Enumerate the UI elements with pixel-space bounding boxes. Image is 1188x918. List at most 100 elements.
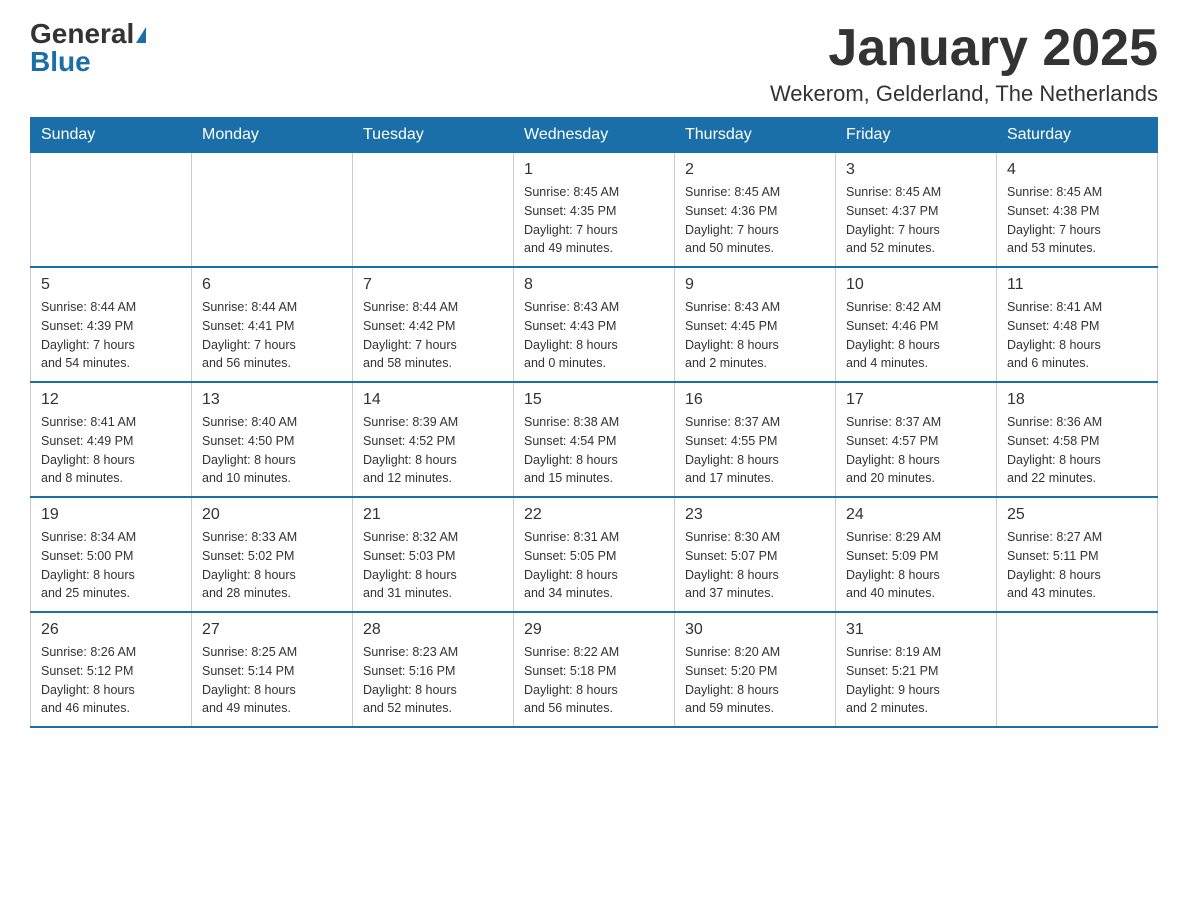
day-info: Sunrise: 8:44 AMSunset: 4:41 PMDaylight:…	[202, 298, 342, 373]
month-title: January 2025	[770, 20, 1158, 77]
day-number: 20	[202, 506, 342, 524]
day-info: Sunrise: 8:23 AMSunset: 5:16 PMDaylight:…	[363, 643, 503, 718]
calendar-cell: 24 Sunrise: 8:29 AMSunset: 5:09 PMDayligh…	[836, 497, 997, 612]
calendar-cell: 31 Sunrise: 8:19 AMSunset: 5:21 PMDayligh…	[836, 612, 997, 727]
day-info: Sunrise: 8:39 AMSunset: 4:52 PMDaylight:…	[363, 413, 503, 488]
day-number: 31	[846, 621, 986, 639]
calendar-cell: 4Sunrise: 8:45 AMSunset: 4:38 PMDaylight…	[997, 153, 1158, 268]
day-info: Sunrise: 8:22 AMSunset: 5:18 PMDaylight:…	[524, 643, 664, 718]
day-number: 30	[685, 621, 825, 639]
week-row-0: 1 Sunrise: 8:45 AMSunset: 4:35 PMDaylight…	[31, 153, 1158, 268]
calendar-cell: 23 Sunrise: 8:30 AMSunset: 5:07 PMDayligh…	[675, 497, 836, 612]
day-info: Sunrise: 8:45 AMSunset: 4:37 PMDaylight:…	[846, 183, 986, 258]
calendar-cell: 16 Sunrise: 8:37 AMSunset: 4:55 PMDayligh…	[675, 382, 836, 497]
week-row-1: 5Sunrise: 8:44 AMSunset: 4:39 PMDaylight…	[31, 267, 1158, 382]
day-info: Sunrise: 8:37 AMSunset: 4:55 PMDaylight:…	[685, 413, 825, 488]
calendar-cell: 2Sunrise: 8:45 AMSunset: 4:36 PMDaylight…	[675, 153, 836, 268]
header-tuesday: Tuesday	[353, 118, 514, 153]
calendar-cell: 15Sunrise: 8:38 AMSunset: 4:54 PMDayligh…	[514, 382, 675, 497]
logo: General Blue	[30, 20, 148, 76]
day-number: 11	[1007, 276, 1147, 294]
day-info: Sunrise: 8:27 AMSunset: 5:11 PMDaylight:…	[1007, 528, 1147, 603]
day-number: 3	[846, 161, 986, 179]
day-number: 10	[846, 276, 986, 294]
day-info: Sunrise: 8:25 AMSunset: 5:14 PMDaylight:…	[202, 643, 342, 718]
day-info: Sunrise: 8:33 AMSunset: 5:02 PMDaylight:…	[202, 528, 342, 603]
calendar-cell: 13 Sunrise: 8:40 AMSunset: 4:50 PMDayligh…	[192, 382, 353, 497]
day-info: Sunrise: 8:26 AMSunset: 5:12 PMDaylight:…	[41, 643, 181, 718]
day-number: 25	[1007, 506, 1147, 524]
header-saturday: Saturday	[997, 118, 1158, 153]
day-info: Sunrise: 8:29 AMSunset: 5:09 PMDaylight:…	[846, 528, 986, 603]
day-number: 22	[524, 506, 664, 524]
page-header: General Blue January 2025 Wekerom, Gelde…	[30, 20, 1158, 107]
week-row-3: 19Sunrise: 8:34 AMSunset: 5:00 PMDayligh…	[31, 497, 1158, 612]
day-info: Sunrise: 8:44 AMSunset: 4:42 PMDaylight:…	[363, 298, 503, 373]
calendar-cell: 19Sunrise: 8:34 AMSunset: 5:00 PMDayligh…	[31, 497, 192, 612]
calendar-cell: 5Sunrise: 8:44 AMSunset: 4:39 PMDaylight…	[31, 267, 192, 382]
calendar-cell: 1 Sunrise: 8:45 AMSunset: 4:35 PMDaylight…	[514, 153, 675, 268]
calendar-cell: 14 Sunrise: 8:39 AMSunset: 4:52 PMDayligh…	[353, 382, 514, 497]
calendar-cell: 22 Sunrise: 8:31 AMSunset: 5:05 PMDayligh…	[514, 497, 675, 612]
location: Wekerom, Gelderland, The Netherlands	[770, 81, 1158, 107]
day-info: Sunrise: 8:40 AMSunset: 4:50 PMDaylight:…	[202, 413, 342, 488]
day-info: Sunrise: 8:19 AMSunset: 5:21 PMDaylight:…	[846, 643, 986, 718]
header-sunday: Sunday	[31, 118, 192, 153]
day-number: 9	[685, 276, 825, 294]
calendar-cell: 27Sunrise: 8:25 AMSunset: 5:14 PMDayligh…	[192, 612, 353, 727]
day-number: 24	[846, 506, 986, 524]
logo-general-text: General	[30, 18, 134, 49]
calendar-cell: 6Sunrise: 8:44 AMSunset: 4:41 PMDaylight…	[192, 267, 353, 382]
calendar-cell: 3 Sunrise: 8:45 AMSunset: 4:37 PMDaylight…	[836, 153, 997, 268]
logo-blue-text: Blue	[30, 46, 91, 77]
calendar-cell: 11 Sunrise: 8:41 AMSunset: 4:48 PMDayligh…	[997, 267, 1158, 382]
header-monday: Monday	[192, 118, 353, 153]
calendar-table: Sunday Monday Tuesday Wednesday Thursday…	[30, 117, 1158, 728]
day-number: 1	[524, 161, 664, 179]
calendar-cell	[997, 612, 1158, 727]
calendar-cell	[353, 153, 514, 268]
day-number: 29	[524, 621, 664, 639]
calendar-cell: 26 Sunrise: 8:26 AMSunset: 5:12 PMDayligh…	[31, 612, 192, 727]
day-number: 15	[524, 391, 664, 409]
day-info: Sunrise: 8:43 AMSunset: 4:43 PMDaylight:…	[524, 298, 664, 373]
calendar-cell: 21Sunrise: 8:32 AMSunset: 5:03 PMDayligh…	[353, 497, 514, 612]
week-row-4: 26 Sunrise: 8:26 AMSunset: 5:12 PMDayligh…	[31, 612, 1158, 727]
day-info: Sunrise: 8:41 AMSunset: 4:49 PMDaylight:…	[41, 413, 181, 488]
day-number: 2	[685, 161, 825, 179]
header-thursday: Thursday	[675, 118, 836, 153]
calendar-cell: 28Sunrise: 8:23 AMSunset: 5:16 PMDayligh…	[353, 612, 514, 727]
day-info: Sunrise: 8:32 AMSunset: 5:03 PMDaylight:…	[363, 528, 503, 603]
calendar-cell: 30Sunrise: 8:20 AMSunset: 5:20 PMDayligh…	[675, 612, 836, 727]
day-number: 18	[1007, 391, 1147, 409]
day-info: Sunrise: 8:37 AMSunset: 4:57 PMDaylight:…	[846, 413, 986, 488]
day-number: 5	[41, 276, 181, 294]
day-number: 16	[685, 391, 825, 409]
day-info: Sunrise: 8:30 AMSunset: 5:07 PMDaylight:…	[685, 528, 825, 603]
calendar-cell: 7 Sunrise: 8:44 AMSunset: 4:42 PMDaylight…	[353, 267, 514, 382]
day-number: 26	[41, 621, 181, 639]
calendar-body: 1 Sunrise: 8:45 AMSunset: 4:35 PMDaylight…	[31, 153, 1158, 728]
day-number: 19	[41, 506, 181, 524]
day-number: 13	[202, 391, 342, 409]
calendar-cell	[192, 153, 353, 268]
header-wednesday: Wednesday	[514, 118, 675, 153]
calendar-cell: 20 Sunrise: 8:33 AMSunset: 5:02 PMDayligh…	[192, 497, 353, 612]
header-friday: Friday	[836, 118, 997, 153]
day-number: 14	[363, 391, 503, 409]
day-info: Sunrise: 8:45 AMSunset: 4:38 PMDaylight:…	[1007, 183, 1147, 258]
day-info: Sunrise: 8:42 AMSunset: 4:46 PMDaylight:…	[846, 298, 986, 373]
day-info: Sunrise: 8:31 AMSunset: 5:05 PMDaylight:…	[524, 528, 664, 603]
calendar-cell	[31, 153, 192, 268]
calendar-cell: 25 Sunrise: 8:27 AMSunset: 5:11 PMDayligh…	[997, 497, 1158, 612]
day-info: Sunrise: 8:36 AMSunset: 4:58 PMDaylight:…	[1007, 413, 1147, 488]
calendar-cell: 8Sunrise: 8:43 AMSunset: 4:43 PMDaylight…	[514, 267, 675, 382]
day-info: Sunrise: 8:45 AMSunset: 4:35 PMDaylight:…	[524, 183, 664, 258]
title-block: January 2025 Wekerom, Gelderland, The Ne…	[770, 20, 1158, 107]
day-number: 23	[685, 506, 825, 524]
calendar-cell: 9Sunrise: 8:43 AMSunset: 4:45 PMDaylight…	[675, 267, 836, 382]
day-number: 7	[363, 276, 503, 294]
calendar-cell: 17Sunrise: 8:37 AMSunset: 4:57 PMDayligh…	[836, 382, 997, 497]
calendar-cell: 18 Sunrise: 8:36 AMSunset: 4:58 PMDayligh…	[997, 382, 1158, 497]
day-info: Sunrise: 8:41 AMSunset: 4:48 PMDaylight:…	[1007, 298, 1147, 373]
